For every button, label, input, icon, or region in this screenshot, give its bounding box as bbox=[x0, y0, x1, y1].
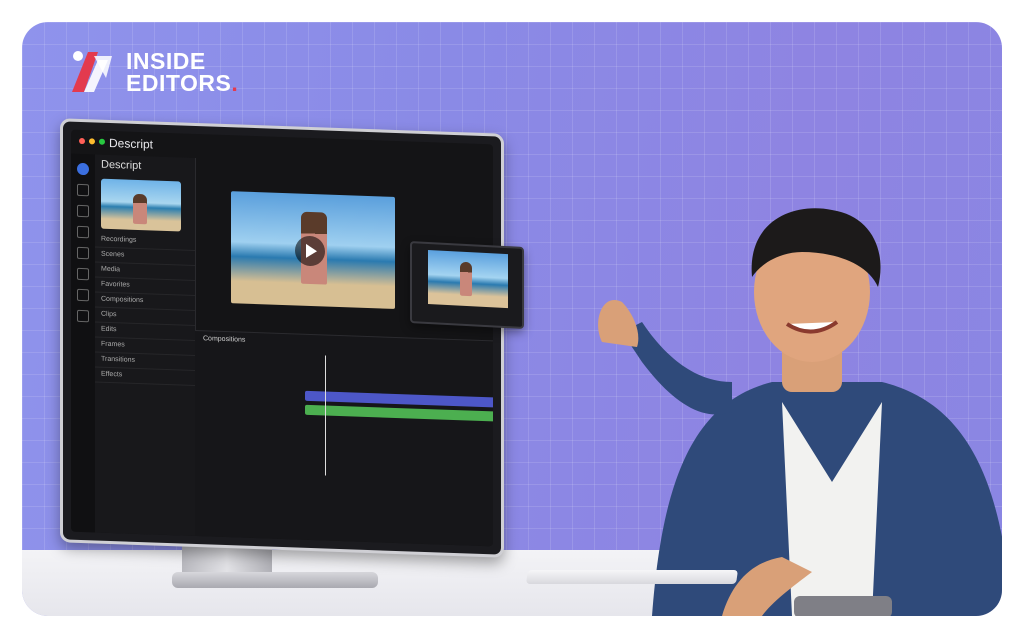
media-thumbnail[interactable] bbox=[101, 178, 181, 232]
timeline-panel: Compositions bbox=[195, 329, 493, 547]
project-name: Descript bbox=[101, 158, 142, 173]
settings-icon[interactable] bbox=[77, 225, 89, 239]
sidebar-item[interactable]: Effects bbox=[95, 367, 195, 386]
brand-name: INSIDE EDITORS. bbox=[126, 48, 239, 96]
monitor-base bbox=[172, 572, 378, 588]
play-icon[interactable] bbox=[295, 235, 325, 267]
home-icon[interactable] bbox=[77, 162, 89, 176]
person-figure bbox=[133, 193, 147, 225]
man-figure bbox=[598, 208, 1002, 616]
media-icon[interactable] bbox=[77, 183, 89, 197]
heart-icon[interactable] bbox=[77, 288, 89, 302]
brand-dot: . bbox=[231, 70, 239, 96]
close-dot-icon[interactable] bbox=[79, 137, 85, 145]
phone bbox=[794, 596, 892, 616]
brand-name-line1: INSIDE bbox=[126, 48, 206, 74]
popout-preview-window[interactable] bbox=[410, 241, 524, 329]
brand-name-line2: EDITORS. bbox=[126, 70, 239, 96]
grid-icon[interactable] bbox=[77, 309, 89, 323]
layers-icon[interactable] bbox=[77, 246, 89, 260]
app-title: Descript bbox=[109, 135, 154, 152]
window-controls bbox=[79, 137, 105, 145]
hero-card: INSIDE EDITORS. Descript Descript Record… bbox=[22, 22, 1002, 616]
logo-mark-icon bbox=[72, 51, 112, 92]
maximize-dot-icon[interactable] bbox=[99, 138, 105, 145]
search-icon[interactable] bbox=[77, 204, 89, 218]
popout-preview bbox=[428, 249, 508, 309]
timeline-title: Compositions bbox=[203, 335, 246, 344]
video-viewer[interactable] bbox=[231, 191, 395, 309]
monitor-screen: Descript Descript Recordings Scenes Medi… bbox=[71, 129, 493, 547]
minimize-dot-icon[interactable] bbox=[89, 138, 95, 145]
person-figure bbox=[460, 261, 472, 297]
brand-logo: INSIDE EDITORS. bbox=[66, 46, 238, 98]
icon-rail bbox=[71, 153, 95, 533]
brand-name-line2-text: EDITORS bbox=[126, 70, 232, 96]
timeline-track-green[interactable] bbox=[305, 404, 493, 422]
keyboard bbox=[526, 570, 738, 584]
monitor: Descript Descript Recordings Scenes Medi… bbox=[60, 118, 504, 558]
sidebar: Descript Recordings Scenes Media Favorit… bbox=[95, 154, 196, 536]
playhead[interactable] bbox=[325, 355, 326, 476]
editor-main: Compositions bbox=[195, 158, 493, 547]
folder-icon[interactable] bbox=[77, 267, 89, 281]
